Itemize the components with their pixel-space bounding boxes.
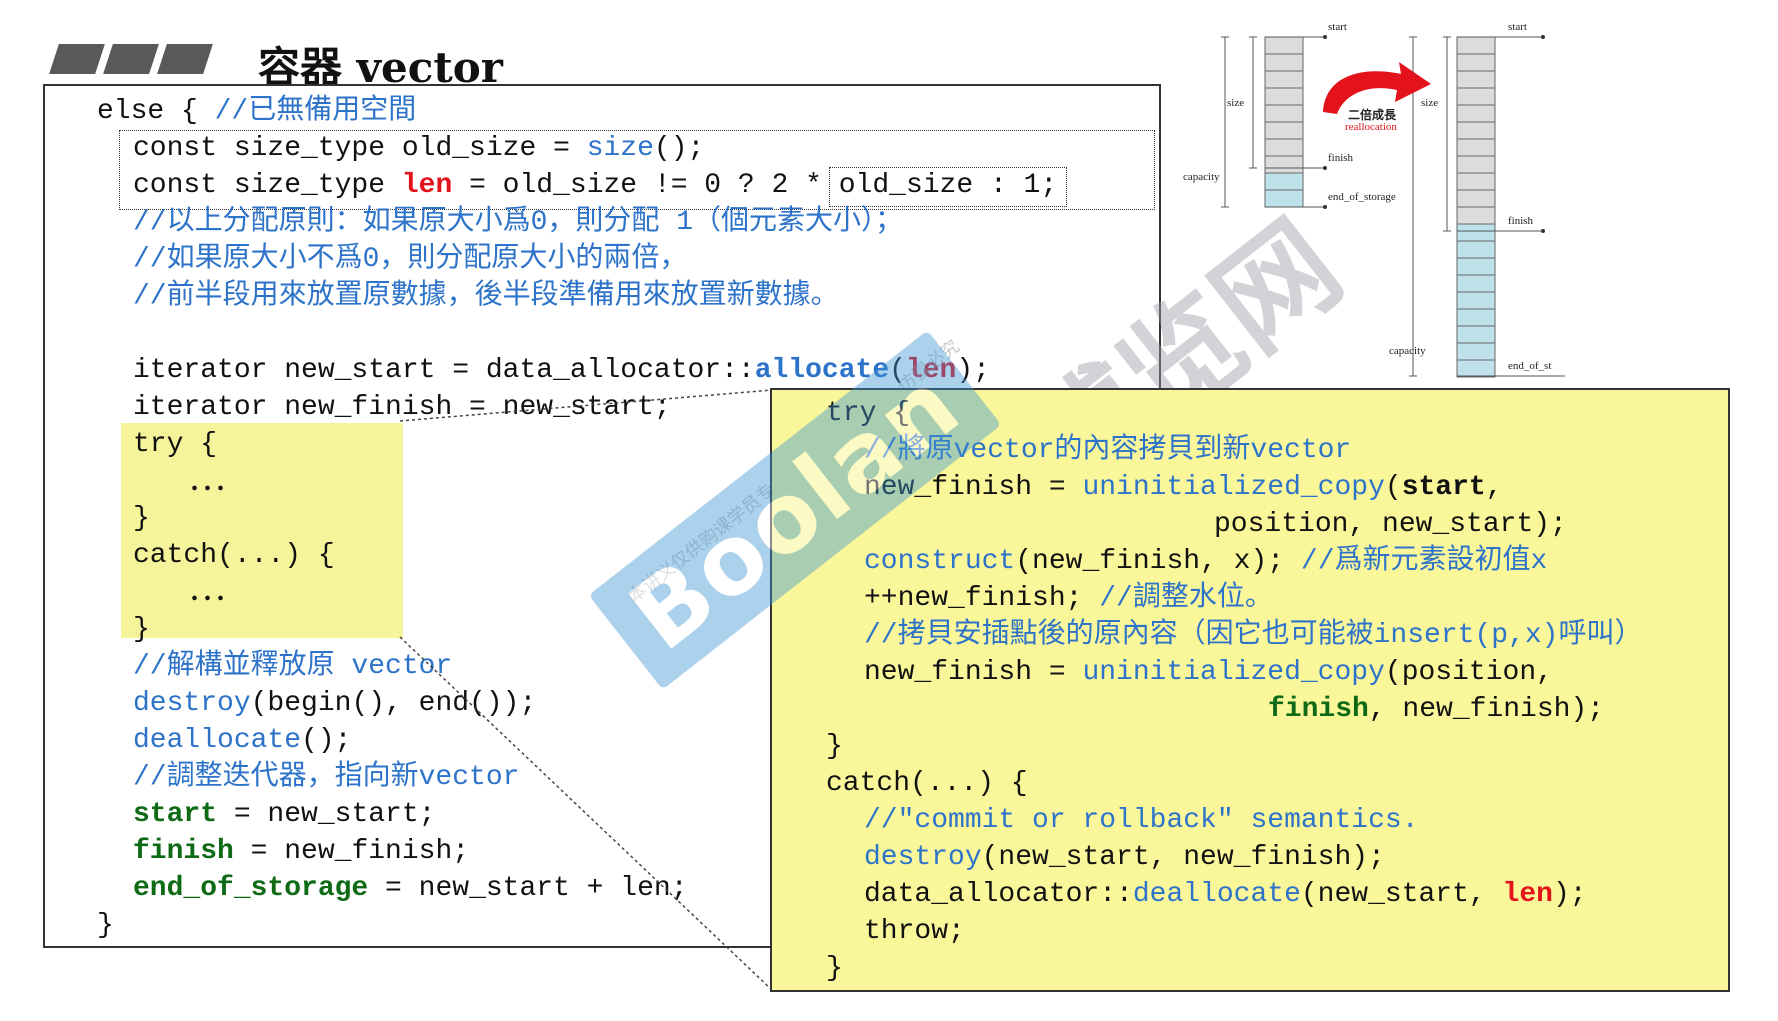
vector-cell-new — [1456, 172, 1496, 191]
code-token: data_allocator:: — [864, 879, 1133, 910]
code-token: catch(...) { — [826, 768, 1028, 799]
code-token: ++new_finish; — [864, 583, 1100, 614]
label-start-left: start — [1328, 21, 1347, 33]
vector-cell-new — [1456, 155, 1496, 174]
vector-cell-new — [1456, 274, 1496, 293]
vector-cell-old — [1264, 121, 1304, 140]
zoom-code-line: new_finish = uninitialized_copy(position… — [864, 655, 1553, 691]
code-token: //調整水位。 — [1099, 583, 1273, 614]
code-token: , — [1485, 472, 1503, 503]
code-token: finish — [1268, 694, 1369, 725]
vector-cell-new — [1456, 308, 1496, 327]
label-capacity-left: capacity — [1183, 171, 1220, 183]
vector-cell-new — [1456, 121, 1496, 140]
zoom-code-line: } — [826, 951, 843, 987]
vector-cell-old — [1264, 53, 1304, 72]
vector-cell-new — [1456, 70, 1496, 89]
vector-cell-new — [1456, 36, 1496, 55]
code-token: //"commit or rollback" semantics. — [864, 805, 1419, 836]
label-size-left: size — [1227, 97, 1245, 109]
vector-cell-old — [1264, 104, 1304, 123]
label-end-of-storage-right: end_of_st — [1508, 360, 1552, 372]
zoom-code-line: catch(...) { — [826, 766, 1028, 802]
code-token: new_finish = — [864, 657, 1083, 688]
code-token: uninitialized_copy — [1082, 472, 1385, 503]
vector-cell-new — [1456, 138, 1496, 157]
code-token: ( — [1384, 472, 1402, 503]
label-reallocation: reallocation — [1345, 121, 1397, 133]
vector-cell-new — [1456, 240, 1496, 259]
zoom-code-line: finish, new_finish); — [1268, 692, 1604, 728]
vector-cell-old — [1264, 36, 1304, 55]
vector-cell-new — [1456, 53, 1496, 72]
vector-cell-old — [1264, 138, 1304, 157]
zoom-code-line: } — [826, 729, 843, 765]
vector-cell-new — [1456, 325, 1496, 344]
zoom-code-line: ++new_finish; //調整水位。 — [864, 581, 1273, 617]
label-capacity-right: capacity — [1389, 345, 1426, 357]
code-token: len — [1502, 879, 1553, 910]
vector-cell-old — [1264, 87, 1304, 106]
vector-cell-old — [1264, 70, 1304, 89]
code-token: throw; — [864, 916, 965, 947]
code-token: } — [826, 953, 843, 984]
zoom-code-line: position, new_start); — [1214, 507, 1567, 543]
connector-line-top — [399, 389, 773, 422]
code-token: (new_finish, x); — [1015, 546, 1301, 577]
code-token: //爲新元素設初值x — [1300, 546, 1548, 577]
code-token: position, new_start); — [1214, 509, 1567, 540]
vector-cell-old — [1264, 155, 1304, 174]
vector-cell-new — [1456, 291, 1496, 310]
zoom-code-line: destroy(new_start, new_finish); — [864, 840, 1385, 876]
zoom-code-line: throw; — [864, 914, 965, 950]
zoom-code-line: construct(new_finish, x); //爲新元素設初值x — [864, 544, 1547, 580]
code-token: start — [1401, 472, 1486, 503]
vector-cell-new — [1456, 257, 1496, 276]
vector-cell-new — [1456, 87, 1496, 106]
vector-cell-new — [1456, 359, 1496, 378]
code-token: (new_start, — [1300, 879, 1503, 910]
code-token: construct — [864, 546, 1016, 577]
vector-cell-new — [1456, 206, 1496, 225]
label-size-right: size — [1421, 97, 1439, 109]
vector-cell-new — [1456, 223, 1496, 242]
code-token: deallocate — [1132, 879, 1301, 910]
zoom-code-line: //拷貝安插點後的原內容（因它也可能被insert(p,x)呼叫） — [864, 618, 1642, 654]
zoom-code-line: //"commit or rollback" semantics. — [864, 803, 1419, 839]
code-token: destroy — [864, 842, 982, 873]
code-token: //拷貝安插點後的原內容（因它也可能被insert(p,x)呼叫） — [864, 620, 1643, 651]
connector-line-bottom — [399, 636, 773, 991]
code-token: uninitialized_copy — [1082, 657, 1385, 688]
vector-cell-new — [1456, 189, 1496, 208]
code-token: (position, — [1384, 657, 1553, 688]
code-token: , new_finish); — [1368, 694, 1605, 725]
label-start-right: start — [1508, 21, 1527, 33]
code-token: (new_start, new_finish); — [981, 842, 1385, 873]
label-finish-left: finish — [1328, 152, 1354, 164]
code-token: ); — [1552, 879, 1587, 910]
code-token: } — [826, 731, 843, 762]
label-finish-right: finish — [1508, 215, 1534, 227]
label-end-of-storage-left: end_of_storage — [1328, 191, 1396, 203]
zoom-code-line: data_allocator::deallocate(new_start, le… — [864, 877, 1587, 913]
vector-cell-new — [1456, 104, 1496, 123]
zoom-code-line: new_finish = uninitialized_copy(start, — [864, 470, 1503, 506]
vector-cell-new — [1456, 342, 1496, 361]
